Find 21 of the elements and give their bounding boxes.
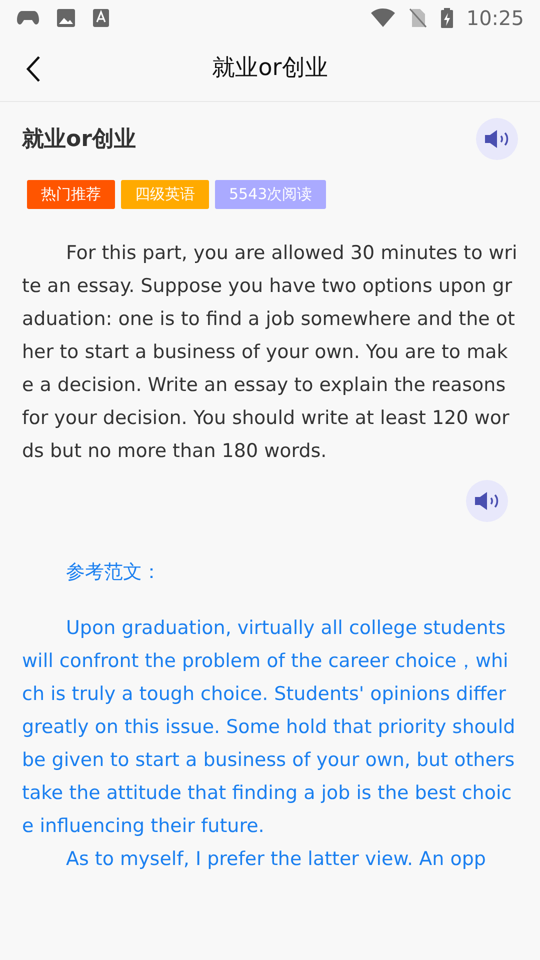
wifi-icon [370,8,396,28]
speaker-icon [473,490,501,510]
speaker-button[interactable] [466,480,508,522]
sample-paragraph: Upon graduation, virtually all college students will confront the problem of the career choice，which is truly a tough choice. Students' opinions differ greatly on this issue. Some hold that priority should be given to start a business of your own, but others take the attitude that finding a job is the best choice influencing their future. [22,616,516,839]
speaker-button[interactable] [476,118,518,160]
sample-paragraph: As to myself, I prefer the latter view. An opp [65,847,487,872]
text-icon [92,8,110,28]
page-title: 就业or创业 [212,54,328,84]
status-time: 10:25 [466,5,524,32]
image-icon [56,8,76,28]
back-icon [25,54,41,82]
tag: 四级英语 [121,180,209,208]
battery-icon [440,7,454,29]
gamepad-icon [16,10,40,26]
tag: 热门推荐 [27,180,115,208]
essay-prompt: For this part, you are allowed 30 minutes to write an essay. Suppose you have two options upon graduation: one is to find a job somewhere and the other to start a business of your own. You are to make a decision. Write an essay to explain the reasons for your decision. You should write at least 120 words but no more than 180 words. [22,240,518,464]
article-title: 就业or创业 [22,126,136,154]
speaker-icon [483,129,511,149]
sample-heading: 参考范文： [65,560,162,584]
no-sim-icon [408,7,428,29]
tag: 5543次阅读 [215,180,326,208]
